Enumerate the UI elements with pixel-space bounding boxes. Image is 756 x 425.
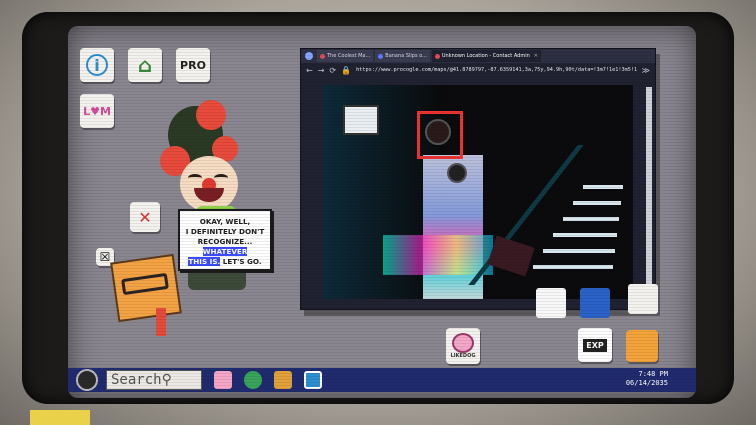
pro-app-icon[interactable]: PRO [176,48,210,82]
browser-menu-icon[interactable] [305,52,313,60]
dialogue-line: I DEFINITELY DON'T [185,227,265,236]
lock-icon: 🔒 [341,65,352,75]
browser-tab[interactable]: The Coolest Ma... [317,50,374,62]
screen: i ⌂ PRO L♥M ✕ OKAY, WELL, I DEFINITELY D… [68,26,696,398]
crt-bezel: i ⌂ PRO L♥M ✕ OKAY, WELL, I DEFINITELY D… [0,0,756,425]
shadow-face [425,119,451,145]
search-input[interactable]: Search⚲ [106,370,202,390]
browser-tabs: The Coolest Ma... Banana Slips o... Unkn… [301,49,655,63]
reload-icon[interactable]: ⟳ [329,66,336,75]
dialogue-highlight: THIS IS. [188,257,221,266]
heart-app-icon[interactable] [628,284,658,314]
forward-icon[interactable]: → [318,66,325,75]
dialogue-highlight: WHATEVER [202,247,248,256]
scrollbar[interactable] [646,87,652,297]
lm-app-icon[interactable]: L♥M [80,94,114,128]
glitch-band [383,235,493,275]
clown-face [180,156,238,212]
close-tab-icon[interactable]: ✕ [534,53,538,59]
start-button[interactable] [76,369,98,391]
info-app-icon[interactable]: i [80,48,114,82]
exp-app-icon[interactable]: EXP [578,328,612,362]
stair-step [533,265,613,269]
back-icon[interactable]: ← [306,66,313,75]
tab-favicon-icon [434,53,440,59]
wall-sign [343,105,379,135]
pig-face-icon [452,333,474,353]
dialogue-line: THIS IS. LET'S GO. [180,257,270,267]
home-app-icon[interactable]: ⌂ [128,48,162,82]
staircase [468,145,633,285]
menu-icon[interactable]: ≫ [642,66,650,75]
stair-step [553,233,617,237]
magnifier-icon: ⚲ [161,372,172,388]
dotted-app-icon[interactable] [536,288,566,318]
tab-favicon-icon [378,53,384,59]
box-tie [156,308,166,336]
dialogue-line: OKAY, WELL, [199,217,251,226]
clown-hair-ball [196,100,226,130]
folder-app-icon[interactable] [626,330,658,362]
dialogue-text: RECOGNIZE... [197,237,253,246]
dialogue-bubble: OKAY, WELL, I DEFINITELY DON'T RECOGNIZE… [178,209,272,271]
stair-step [563,217,619,221]
stair-step [543,249,615,253]
street-view[interactable] [323,85,633,299]
browser-tab[interactable]: Banana Slips o... [375,50,430,62]
notes-taskbar-icon[interactable] [274,371,292,389]
clock-time: 7:48 PM [638,370,668,378]
stair-step [573,201,621,205]
tab-favicon-icon [320,53,325,59]
globe-taskbar-icon[interactable] [244,371,262,389]
sticky-note [30,410,90,425]
pig-taskbar-icon[interactable] [214,371,232,389]
clown-mouth [194,188,224,202]
clock-date: 06/14/2035 [625,379,668,387]
dialogue-line: RECOGNIZE... WHATEVER [180,237,270,257]
blue-app-icon[interactable] [580,288,610,318]
url-field[interactable]: https://www.procogle.com/maps/@41.878979… [356,67,637,73]
shadow-face [447,163,467,183]
taskbar: Search⚲ 7:48 PM 06/14/2035 [68,368,696,392]
address-bar: ← → ⟳ 🔒 https://www.procogle.com/maps/@4… [301,63,655,77]
browser-tab-active[interactable]: Unknown Location - Contact Admin ✕ [431,50,541,62]
stair-step [583,185,623,189]
browser-window[interactable]: The Coolest Ma... Banana Slips o... Unkn… [300,48,656,310]
clown-eye [214,174,228,182]
clown-eye [188,174,202,182]
dialogue-text: LET'S GO. [220,257,262,266]
pig-app-icon[interactable]: LIKEDOG [446,328,480,364]
box-mascot: ☒ [96,248,192,344]
clock: 7:48 PM 06/14/2035 [626,370,668,388]
info-taskbar-icon[interactable] [304,371,322,389]
